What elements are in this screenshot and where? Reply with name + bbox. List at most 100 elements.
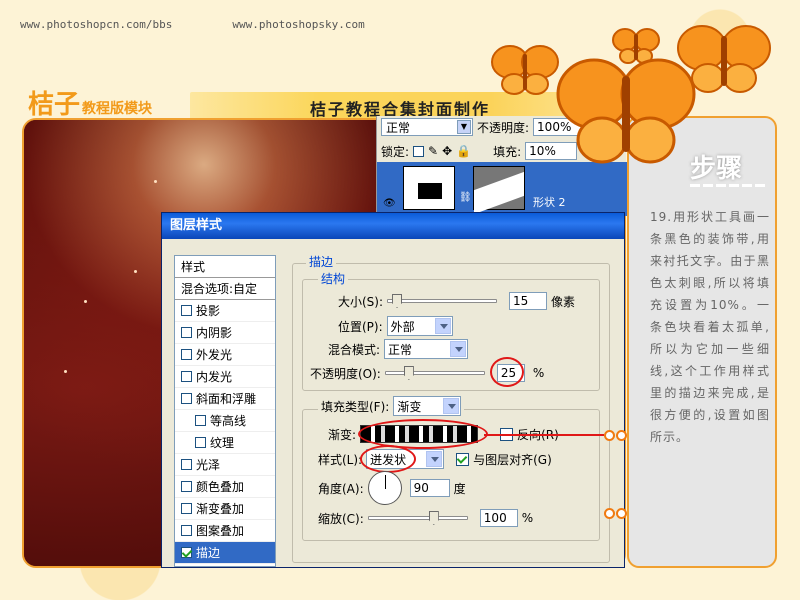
butterfly-icon [556,58,696,164]
style-item-texture[interactable]: 纹理 [175,432,275,454]
opacity-label: 不透明度(O): [310,366,381,381]
style-item-inner-glow[interactable]: 内发光 [175,366,275,388]
layer-style-dialog: 图层样式 样式 混合选项:自定 投影 内阴影 外发光 内发光 斜面和浮雕 等高线… [161,212,625,568]
checkbox[interactable] [181,393,192,404]
checkbox[interactable] [181,481,192,492]
styles-header[interactable]: 样式 [175,256,275,278]
checkbox[interactable] [195,437,206,448]
chevron-down-icon: ▼ [457,120,471,134]
fill-label: 填充: [493,144,522,159]
style-label: 图案叠加 [196,524,245,538]
styles-list: 样式 混合选项:自定 投影 内阴影 外发光 内发光 斜面和浮雕 等高线 纹理 光… [174,255,276,567]
dialog-title[interactable]: 图层样式 [162,213,624,239]
eye-icon[interactable]: 👁 [383,198,396,209]
layer-opacity-label: 不透明度: [477,120,530,135]
opacity-unit: % [532,366,545,380]
style-item-outer-glow[interactable]: 外发光 [175,344,275,366]
scale-label: 缩放(C): [318,511,364,526]
highlight-oval [360,445,416,473]
sparkle [134,270,137,273]
header-urls: www.photoshopcn.com/bbs www.photoshopsky… [20,18,365,31]
align-with-layer-checkbox[interactable] [456,452,470,466]
layer-name[interactable]: 形状 2 [533,194,566,210]
layer-mask-thumbnail [473,166,525,215]
style-item-contour[interactable]: 等高线 [175,410,275,432]
scale-slider-thumb[interactable] [428,511,439,525]
size-label: 大小(S): [338,294,384,309]
opacity-slider[interactable] [384,366,485,380]
angle-unit: 度 [453,481,466,496]
layer-blend-mode-select[interactable]: 正常 ▼ [381,118,473,136]
layer-row-selected[interactable]: 👁 ⛓ 形状 2 [377,162,627,216]
scale-slider[interactable] [367,511,468,525]
angle-label: 角度(A): [318,481,364,496]
fill-type-label: 填充类型(F): [321,399,390,414]
angle-field[interactable]: 90 [409,479,450,497]
position-label: 位置(P): [338,319,383,334]
checkbox-checked[interactable] [181,547,192,558]
link-icon: ⛓ [459,192,472,203]
url-photoshopsky[interactable]: www.photoshopsky.com [232,18,364,31]
style-item-color-overlay[interactable]: 颜色叠加 [175,476,275,498]
steps-description: 19.用形状工具画一条黑色的装饰带,用来衬托文字。由于黑色太刺眼,所以将填充设置… [650,210,770,444]
fill-type-value: 渐变 [397,399,422,414]
logo-main-text: 桔子 [28,90,81,120]
blend-mode-select[interactable]: 正常 [384,339,469,359]
steps-divider [690,184,765,187]
size-unit: 像素 [551,294,576,309]
style-label: 等高线 [210,414,247,428]
highlight-oval [490,357,524,387]
style-item-drop-shadow[interactable]: 投影 [175,300,275,322]
size-field[interactable]: 15 [509,292,548,310]
style-label: 描边 [196,546,221,560]
lock-paint-icon[interactable]: ✎ [428,144,438,158]
style-label: 样式(L): [318,452,363,467]
checkbox[interactable] [195,415,206,426]
lock-icon[interactable]: 🔒 [456,144,471,158]
chevron-down-icon [426,451,443,467]
style-item-pattern-overlay[interactable]: 图案叠加 [175,520,275,542]
url-photoshopcn[interactable]: www.photoshopcn.com/bbs [20,18,172,31]
position-select[interactable]: 外部 [386,316,453,336]
style-item-stroke[interactable]: 描边 [175,542,275,564]
checkbox[interactable] [181,349,192,360]
style-label: 光泽 [196,458,221,472]
style-item-gradient-overlay[interactable]: 渐变叠加 [175,498,275,520]
style-label: 外发光 [196,348,233,362]
checkbox[interactable] [181,305,192,316]
checkbox[interactable] [181,503,192,514]
annotation-line [484,434,604,436]
steps-heading: 步骤 [690,154,743,184]
size-slider-thumb[interactable] [392,294,403,308]
style-label: 内阴影 [196,326,233,340]
align-with-layer-label: 与图层对齐(G) [473,452,552,467]
logo-sub-text: 教程版模块 [82,101,153,117]
opacity-slider-thumb[interactable] [403,366,414,380]
chevron-down-icon [450,341,467,357]
angle-dial[interactable] [367,471,402,505]
size-slider[interactable] [387,294,498,308]
style-item-inner-shadow[interactable]: 内阴影 [175,322,275,344]
style-label: 内发光 [196,370,233,384]
scale-unit: % [521,511,534,525]
scale-field[interactable]: 100 [479,509,518,527]
style-item-bevel-emboss[interactable]: 斜面和浮雕 [175,388,275,410]
fill-type-select[interactable]: 渐变 [393,396,462,416]
sparkle [84,300,87,303]
style-label: 斜面和浮雕 [196,392,257,406]
blend-mode-value: 正常 [388,342,413,357]
chevron-down-icon [434,318,451,334]
style-label: 颜色叠加 [196,480,245,494]
checkbox[interactable] [181,327,192,338]
checkbox[interactable] [181,371,192,382]
style-label: 渐变叠加 [196,502,245,516]
checkbox[interactable] [181,459,192,470]
lock-move-icon[interactable]: ✥ [442,144,452,158]
checkbox[interactable] [181,525,192,536]
layer-thumbnail [403,166,455,210]
lock-transparency-checkbox[interactable] [413,145,425,157]
sparkle [64,370,67,373]
highlight-oval [358,419,488,449]
blend-options-item[interactable]: 混合选项:自定 [175,278,275,300]
style-item-satin[interactable]: 光泽 [175,454,275,476]
